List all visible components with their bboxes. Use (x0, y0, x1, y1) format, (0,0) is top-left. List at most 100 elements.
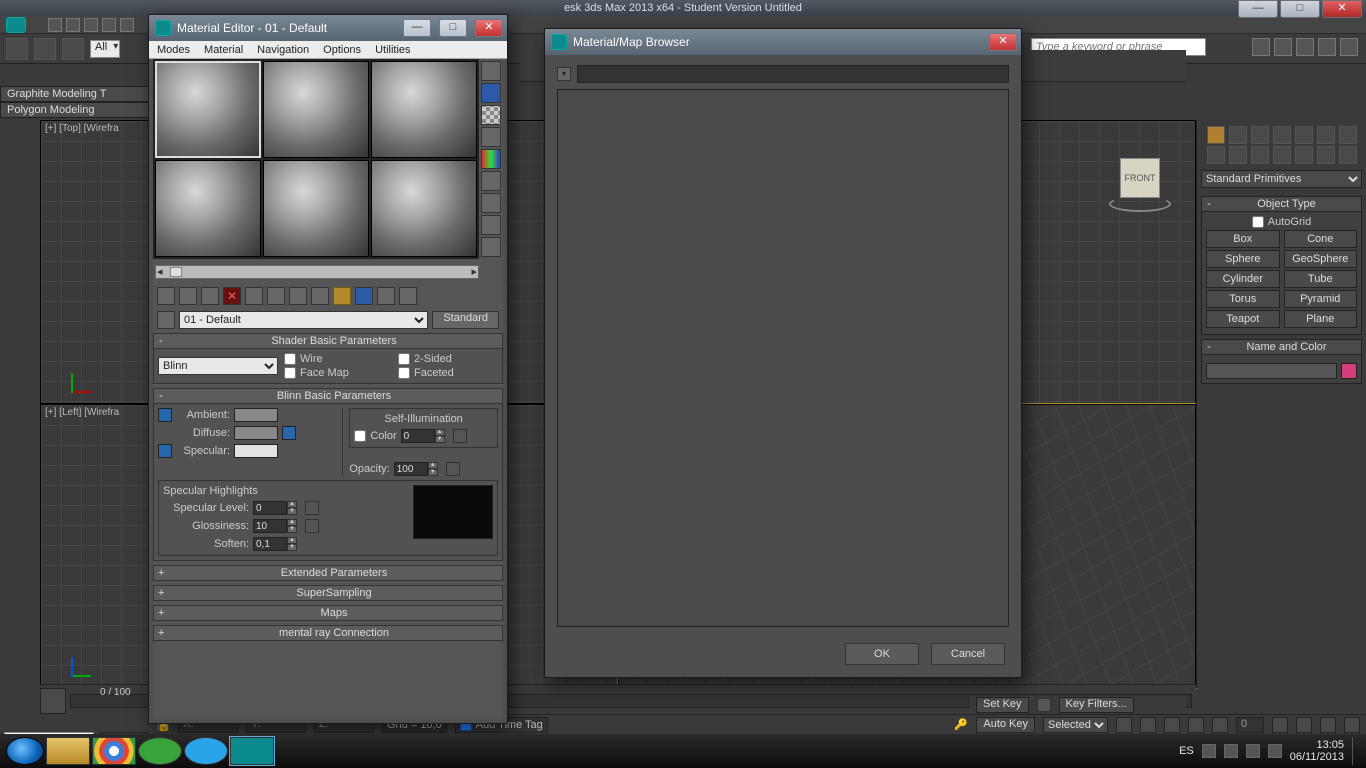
autokey-button[interactable]: Auto Key (976, 717, 1035, 733)
mmb-ok-button[interactable]: OK (845, 643, 919, 665)
box-button[interactable]: Box (1206, 230, 1280, 248)
qat-new-icon[interactable] (48, 18, 62, 32)
opacity-spinner[interactable] (394, 462, 428, 476)
tray-battery-icon[interactable] (1224, 744, 1238, 758)
background-icon[interactable] (481, 105, 501, 125)
viewcube-face[interactable]: FRONT (1120, 158, 1160, 198)
ambient-lock-icon[interactable] (158, 408, 172, 422)
shapes-icon[interactable] (1229, 146, 1247, 164)
task-explorer-icon[interactable] (46, 737, 90, 765)
toolbar-link-icon[interactable] (6, 38, 28, 60)
task-3dsmax-icon[interactable] (230, 737, 274, 765)
extended-params-rollout[interactable]: +Extended Parameters (153, 565, 503, 581)
start-button[interactable] (6, 737, 44, 765)
mmb-close-button[interactable]: ✕ (989, 33, 1017, 51)
nav-tool-icon[interactable] (1296, 717, 1312, 733)
toolbar-unlink-icon[interactable] (34, 38, 56, 60)
spec-level-spinner[interactable] (253, 501, 287, 515)
rollout-toggle-icon[interactable]: - (1204, 198, 1214, 210)
help-search-icon[interactable] (1252, 38, 1270, 56)
pick-material-icon[interactable] (157, 311, 175, 329)
lights-icon[interactable] (1251, 146, 1269, 164)
diffuse-swatch[interactable] (234, 426, 278, 440)
motion-tab-icon[interactable] (1273, 126, 1291, 144)
rollout-toggle-icon[interactable]: - (155, 390, 167, 402)
me-close-button[interactable]: ✕ (475, 19, 503, 37)
hammer-icon[interactable] (1339, 126, 1357, 144)
spinner-down-icon[interactable]: ▼ (287, 508, 297, 515)
tray-chevron-icon[interactable] (1202, 744, 1216, 758)
material-name-dropdown[interactable]: 01 - Default (179, 311, 428, 329)
spinner-up-icon[interactable]: ▲ (428, 462, 438, 469)
me-menu-material[interactable]: Material (204, 44, 243, 56)
material-slot-4[interactable] (155, 160, 261, 257)
soften-spinner[interactable] (253, 537, 287, 551)
gloss-spinner[interactable] (253, 519, 287, 533)
subscription-icon[interactable] (1274, 38, 1292, 56)
material-slot-5[interactable] (263, 160, 369, 257)
self-illum-spinner[interactable] (401, 429, 435, 443)
goto-end-icon[interactable] (1212, 717, 1228, 733)
self-illum-map-button[interactable] (453, 429, 467, 443)
spinner-down-icon[interactable]: ▼ (435, 436, 445, 443)
next-frame-icon[interactable] (1188, 717, 1204, 733)
qat-redo-icon[interactable] (120, 18, 134, 32)
viewport-layout-icon[interactable] (40, 688, 66, 714)
app-logo-icon[interactable] (6, 17, 26, 33)
os-maximize-button[interactable]: □ (1280, 0, 1320, 18)
put-to-scene-icon[interactable] (179, 287, 197, 305)
spacewarps-icon[interactable] (1317, 146, 1335, 164)
show-map-icon[interactable] (333, 287, 351, 305)
show-desktop-button[interactable] (1352, 737, 1360, 765)
cylinder-button[interactable]: Cylinder (1206, 270, 1280, 288)
viewcube-ring-icon[interactable] (1109, 196, 1171, 212)
systems-icon[interactable] (1339, 146, 1357, 164)
helpers-icon[interactable] (1295, 146, 1313, 164)
faceted-checkbox[interactable] (398, 367, 410, 379)
spinner-up-icon[interactable]: ▲ (287, 501, 297, 508)
options-icon[interactable] (481, 193, 501, 213)
spinner-down-icon[interactable]: ▼ (428, 469, 438, 476)
spinner-down-icon[interactable]: ▼ (287, 544, 297, 551)
face-map-checkbox[interactable] (284, 367, 296, 379)
rollout-toggle-icon[interactable]: - (1204, 341, 1214, 353)
task-chrome-icon[interactable] (92, 737, 136, 765)
task-skype-icon[interactable] (184, 737, 228, 765)
tray-clock[interactable]: 13:05 06/11/2013 (1290, 739, 1344, 763)
qat-save-icon[interactable] (84, 18, 98, 32)
favorites-icon[interactable] (1318, 38, 1336, 56)
material-type-button[interactable]: Standard (432, 311, 499, 329)
mmb-cancel-button[interactable]: Cancel (931, 643, 1005, 665)
filters-icon[interactable] (1037, 698, 1051, 712)
play-icon[interactable] (1164, 717, 1180, 733)
tray-volume-icon[interactable] (1268, 744, 1282, 758)
me-menu-utilities[interactable]: Utilities (375, 44, 410, 56)
autogrid-checkbox[interactable] (1252, 216, 1264, 228)
time-config-icon[interactable] (1272, 717, 1288, 733)
get-material-icon[interactable] (157, 287, 175, 305)
spec-level-map-button[interactable] (305, 501, 319, 515)
qat-undo-icon[interactable] (102, 18, 116, 32)
key-filters-button[interactable]: Key Filters... (1059, 697, 1134, 713)
display-tab-icon[interactable] (1295, 126, 1313, 144)
me-maximize-button[interactable]: □ (439, 19, 467, 37)
utilities-tab-icon[interactable] (1317, 126, 1335, 144)
opacity-map-button[interactable] (446, 462, 460, 476)
sphere-button[interactable]: Sphere (1206, 250, 1280, 268)
toolbar-bind-icon[interactable] (62, 38, 84, 60)
goto-start-icon[interactable] (1116, 717, 1132, 733)
spinner-up-icon[interactable]: ▲ (287, 537, 297, 544)
mmb-options-dropdown-icon[interactable]: ▾ (557, 67, 571, 81)
exchange-icon[interactable] (1296, 38, 1314, 56)
show-end-result-icon[interactable] (355, 287, 373, 305)
go-forward-icon[interactable] (399, 287, 417, 305)
make-preview-icon[interactable] (481, 171, 501, 191)
help-icon[interactable] (1340, 38, 1358, 56)
geosphere-button[interactable]: GeoSphere (1284, 250, 1358, 268)
material-editor-titlebar[interactable]: Material Editor - 01 - Default — □ ✕ (149, 15, 507, 41)
modify-tab-icon[interactable] (1229, 126, 1247, 144)
material-map-navigator-icon[interactable] (481, 237, 501, 257)
shader-dropdown[interactable]: Blinn (158, 357, 278, 375)
tab-graphite-modeling[interactable]: Graphite Modeling T (0, 86, 150, 102)
cameras-icon[interactable] (1273, 146, 1291, 164)
